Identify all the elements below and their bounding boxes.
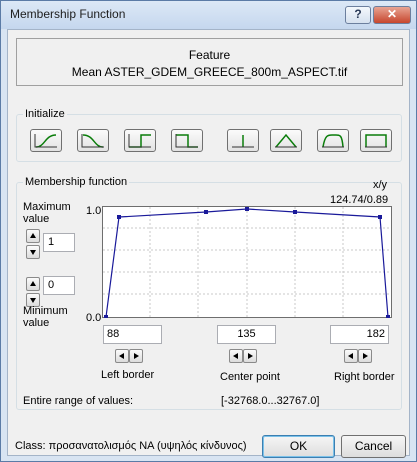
membership-function-label: Membership function [23,176,130,188]
center-point-input[interactable]: 135 [217,325,276,344]
max-value-input[interactable]: 1 [43,233,75,252]
step-rising-button[interactable] [124,129,156,152]
feature-panel: Feature Mean ASTER_GDEM_GREECE_800m_ASPE… [16,38,403,86]
cancel-button[interactable]: Cancel [341,435,406,458]
initialize-group: Initialize [16,108,402,162]
curve-point[interactable] [104,315,108,318]
initialize-label: Initialize [23,108,67,120]
left-border-label: Left border [101,369,155,381]
min-value-up-button[interactable] [26,277,40,291]
triangle-button[interactable] [270,129,302,152]
step-falling-button[interactable] [171,129,203,152]
y-axis-top-label: 1.0 [86,205,102,217]
center-point-value: 135 [237,328,256,340]
membership-function-dialog: Membership Function ? ✕ Feature Mean AST… [0,0,417,462]
ok-button[interactable]: OK [262,435,335,458]
curve-point[interactable] [293,210,297,214]
arrow-up-icon [30,281,36,286]
left-border-value: 88 [107,328,120,340]
curve-point[interactable] [245,207,249,211]
singleton-icon [232,135,254,148]
min-value-input[interactable]: 0 [43,276,75,295]
arrow-left-icon [348,353,353,359]
max-value-label-2: value [23,213,50,225]
right-border-decrease-button[interactable] [344,349,358,363]
dialog-body: Feature Mean ASTER_GDEM_GREECE_800m_ASPE… [7,29,410,458]
feature-heading: Feature [188,48,231,62]
full-range-button[interactable] [360,129,392,152]
min-value-label-1: Minimum [23,305,68,317]
s-curve-falling-icon [81,134,104,148]
trapezoid-button[interactable] [317,129,349,152]
max-value-up-button[interactable] [26,229,40,243]
right-border-label: Right border [334,371,395,383]
curve-point[interactable] [204,210,208,214]
singleton-button[interactable] [227,129,259,152]
arrow-up-icon [30,233,36,238]
xy-readout: 124.74/0.89 [330,194,389,206]
right-border-value: 182 [366,328,385,340]
curve-point[interactable] [378,215,382,219]
curve-point[interactable] [117,215,121,219]
right-border-increase-button[interactable] [358,349,372,363]
step-rising-icon [128,134,151,148]
max-value-down-button[interactable] [26,245,40,259]
title-bar[interactable]: Membership Function ? ✕ [1,1,416,29]
left-border-increase-button[interactable] [129,349,143,363]
arrow-left-icon [233,353,238,359]
range-value: [-32768.0...32767.0] [221,395,320,407]
arrow-down-icon [30,250,36,255]
center-point-label: Center point [220,371,280,383]
left-border-input[interactable]: 88 [103,325,162,344]
y-axis-bottom-label: 0.0 [86,312,102,324]
curve-point[interactable] [386,315,390,318]
right-border-input[interactable]: 182 [330,325,389,344]
min-value-text: 0 [48,279,55,291]
max-value-text: 1 [48,236,55,248]
window-title: Membership Function [10,7,126,21]
step-falling-icon [175,134,198,148]
membership-plot[interactable] [102,206,392,318]
center-point-decrease-button[interactable] [229,349,243,363]
close-button[interactable]: ✕ [373,6,411,24]
class-label: Class: προσανατολισμός ΝΑ (υψηλός κίνδυν… [15,440,247,452]
trapezoid-icon [322,134,344,148]
arrow-left-icon [119,353,124,359]
arrow-right-icon [134,353,139,359]
arrow-right-icon [363,353,368,359]
center-point-increase-button[interactable] [243,349,257,363]
full-range-icon [365,134,387,148]
s-curve-rising-button[interactable] [30,129,62,152]
arrow-right-icon [248,353,253,359]
s-curve-rising-icon [34,134,57,148]
feature-name: Mean ASTER_GDEM_GREECE_800m_ASPECT.tif [71,65,348,79]
s-curve-falling-button[interactable] [77,129,109,152]
range-label: Entire range of values: [23,395,134,407]
left-border-decrease-button[interactable] [115,349,129,363]
arrow-down-icon [30,298,36,303]
xy-label: x/y [373,179,388,191]
min-value-label-2: value [23,317,50,329]
help-button[interactable]: ? [345,6,371,24]
max-value-label-1: Maximum [23,201,71,213]
triangle-icon [275,133,297,148]
